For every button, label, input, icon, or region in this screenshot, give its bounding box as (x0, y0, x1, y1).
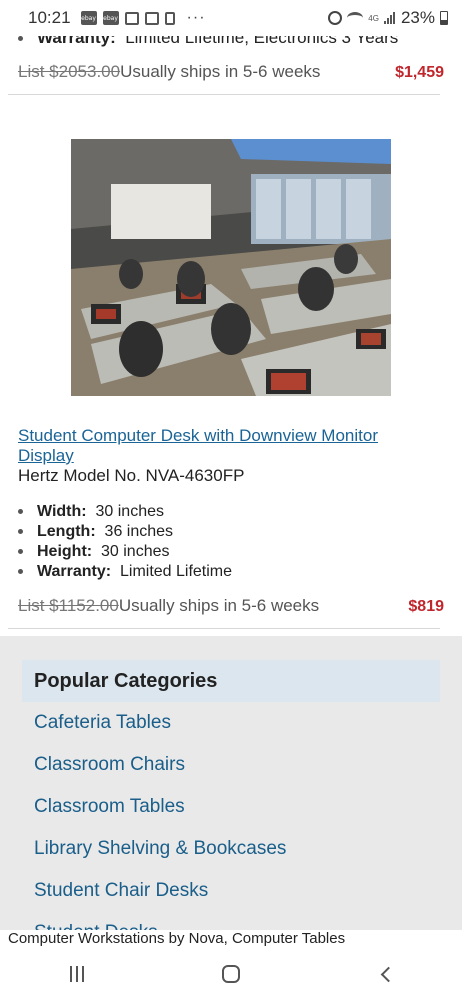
category-link[interactable]: Cafeteria Tables (34, 710, 286, 752)
product-list: Warranty: Limited Lifetime, Electronics … (0, 36, 462, 930)
divider (8, 94, 440, 95)
product-price-row: List $1152.00 Usually ships in 5-6 weeks… (18, 596, 444, 616)
recent-apps-icon (70, 966, 84, 982)
network-type: 4G (368, 13, 379, 23)
spec-value: Limited Lifetime (119, 563, 233, 580)
categories-heading: Popular Categories (22, 660, 440, 702)
category-link[interactable]: Classroom Tables (34, 794, 286, 836)
bullet (18, 36, 23, 42)
category-link[interactable]: Student Desks (34, 920, 286, 930)
category-link[interactable]: Library Shelving & Bookcases (34, 836, 286, 878)
home-button[interactable] (201, 954, 261, 994)
back-button[interactable] (355, 954, 415, 994)
signal-icon (383, 12, 396, 24)
spec-label: Length (37, 523, 91, 540)
more-notifications-icon: ··· (186, 9, 206, 26)
model-number: Hertz Model No. NVA-4630FP (18, 466, 245, 485)
spec-label: Height (37, 543, 87, 560)
classroom-desks-photo (71, 139, 391, 396)
page-caption: Computer Workstations by Nova, Computer … (0, 930, 462, 948)
popular-categories-section: Popular Categories Cafeteria Tables Clas… (0, 636, 462, 930)
spec-value: 30 inches (95, 503, 165, 520)
spec-value: 36 inches (104, 523, 174, 540)
bullet (18, 509, 23, 515)
home-icon (222, 965, 240, 983)
bullet (18, 569, 23, 575)
ebay-icon: ebay (80, 11, 97, 25)
bullet (18, 529, 23, 535)
system-icons: 4G 23% (328, 8, 448, 28)
file-icon (164, 11, 175, 25)
recent-apps-button[interactable] (47, 954, 107, 994)
sale-price: $819 (408, 598, 444, 615)
mail-icon (124, 11, 139, 25)
category-link[interactable]: Student Chair Desks (34, 878, 286, 920)
divider (8, 628, 440, 629)
battery-icon (440, 11, 448, 25)
shipping-info: Usually ships in 5-6 weeks (118, 596, 320, 615)
shipping-info: Usually ships in 5-6 weeks (120, 62, 321, 81)
spec-label: Warranty (37, 563, 106, 580)
spec-width: Width: 30 inches (18, 502, 232, 522)
navigation-bar (0, 948, 462, 1000)
previous-product-price-row: List $2053.00 Usually ships in 5-6 weeks… (18, 62, 444, 82)
spec-value: 30 inches (101, 543, 170, 560)
spec-label: Width (37, 503, 82, 520)
spec-value: Limited Lifetime, Electronics 3 Years (125, 36, 399, 47)
product-title-link[interactable]: Student Computer Desk with Downview Moni… (18, 426, 418, 466)
spec-length: Length: 36 inches (18, 522, 232, 542)
product-specs: Width: 30 inches Length: 36 inches Heigh… (18, 502, 232, 582)
categories-list: Cafeteria Tables Classroom Chairs Classr… (34, 710, 286, 930)
list-price: List $1152.00 (18, 596, 119, 615)
product-image[interactable] (71, 139, 391, 396)
battery-percent: 23% (400, 8, 435, 27)
bullet (18, 549, 23, 555)
ebay-icon: ebay (102, 11, 119, 25)
status-time: 10:21 (28, 8, 71, 27)
wifi-icon (347, 12, 364, 24)
spec-warranty: Warranty: Limited Lifetime (18, 562, 232, 582)
previous-product-spec: Warranty: Limited Lifetime, Electronics … (18, 36, 398, 48)
category-link[interactable]: Classroom Chairs (34, 752, 286, 794)
spec-label: Warranty (37, 36, 111, 47)
back-icon (380, 966, 396, 982)
notification-icons: ebay ebay ··· (80, 9, 206, 27)
status-bar: 10:21 ebay ebay ··· 4G 23% (0, 0, 462, 36)
spec-height: Height: 30 inches (18, 542, 232, 562)
image-icon (144, 11, 159, 25)
list-price: List $2053.00 (18, 62, 121, 81)
sale-price: $1,459 (395, 64, 444, 81)
alarm-icon (328, 11, 343, 25)
